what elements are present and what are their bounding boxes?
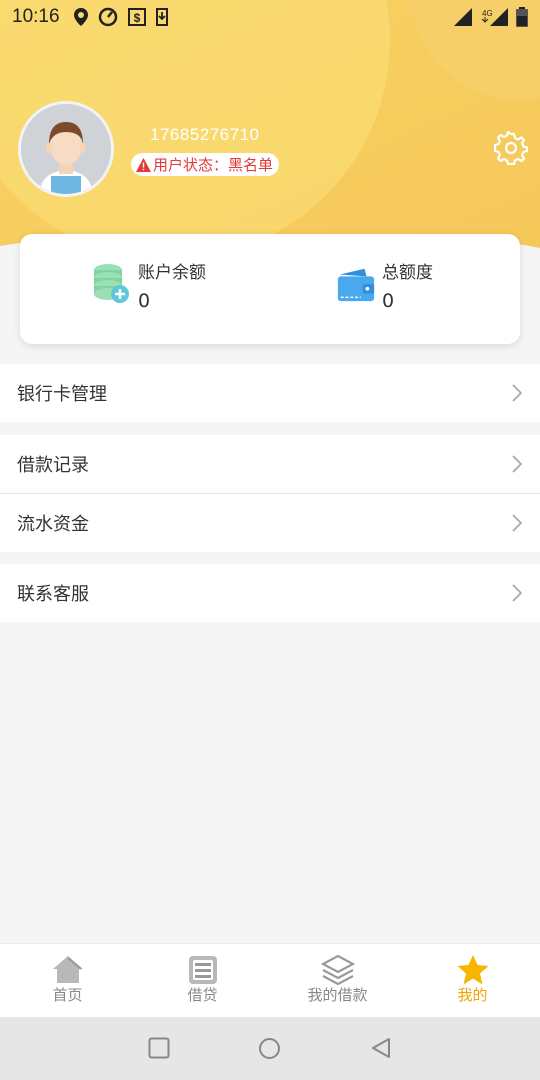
- network-label: 4G: [482, 9, 493, 18]
- gear-icon[interactable]: [494, 131, 528, 165]
- home-icon: [52, 956, 83, 983]
- account-balance[interactable]: 账户余额 0: [92, 262, 206, 315]
- location-icon: [73, 8, 88, 26]
- total-limit-value: 0: [382, 290, 395, 312]
- bottom-nav: 首页 借贷 我的借款 我的: [0, 943, 540, 1017]
- menu-label: 联系客服: [17, 584, 89, 605]
- coins-icon: [94, 264, 129, 303]
- money-icon: $: [127, 8, 146, 26]
- download-icon: [155, 8, 168, 26]
- chevron-right-icon: [512, 384, 523, 402]
- status-badge: 用户状态：黑名单: [131, 153, 280, 176]
- 4g-signal-icon: 4G: [481, 8, 508, 26]
- menu-label: 借款记录: [17, 455, 89, 476]
- avatar[interactable]: [18, 101, 114, 197]
- recents-button[interactable]: [148, 1037, 170, 1059]
- menu-cash-flow[interactable]: 流水资金: [0, 494, 540, 552]
- status-text: 用户状态：黑名单: [153, 156, 274, 174]
- chevron-right-icon: [512, 455, 523, 473]
- avatar-icon: [21, 104, 111, 194]
- nav-label: 我的: [457, 986, 488, 1004]
- balance-card: 账户余额 0 总额度 0: [20, 234, 520, 344]
- nav-label: 我的借款: [307, 986, 368, 1004]
- status-time: 10:16: [12, 6, 60, 27]
- speed-icon: [98, 7, 117, 27]
- nav-label: 借贷: [187, 986, 218, 1004]
- signal-icon: [454, 8, 472, 26]
- wallet-icon: [337, 268, 375, 302]
- menu-customer-service[interactable]: 联系客服: [0, 564, 540, 622]
- menu-bank-cards[interactable]: 银行卡管理: [0, 364, 540, 422]
- document-icon: [188, 956, 217, 984]
- warning-icon: [136, 157, 151, 172]
- system-navigation-bar: [0, 1017, 540, 1080]
- home-button[interactable]: [258, 1037, 281, 1060]
- nav-loan[interactable]: 借贷: [135, 944, 270, 1018]
- account-balance-label: 账户余额: [138, 263, 206, 283]
- layers-icon: [320, 954, 355, 986]
- nav-mine[interactable]: 我的: [405, 944, 540, 1018]
- star-icon: [457, 955, 488, 985]
- menu-label: 流水资金: [17, 514, 89, 535]
- chevron-right-icon: [512, 584, 523, 602]
- nav-home[interactable]: 首页: [0, 944, 135, 1018]
- status-bar: 10:16 $ 4G: [0, 0, 540, 34]
- back-button[interactable]: [370, 1037, 392, 1059]
- menu-loan-records[interactable]: 借款记录: [0, 435, 540, 493]
- nav-my-loans[interactable]: 我的借款: [270, 944, 405, 1018]
- account-balance-value: 0: [138, 290, 151, 312]
- svg-text:$: $: [133, 11, 140, 25]
- total-limit[interactable]: 总额度 0: [336, 262, 433, 315]
- phone-number: 17685276710: [150, 125, 260, 144]
- battery-icon: [516, 7, 528, 27]
- total-limit-label: 总额度: [382, 263, 433, 283]
- menu-label: 银行卡管理: [17, 384, 107, 405]
- nav-label: 首页: [52, 986, 83, 1004]
- chevron-right-icon: [512, 514, 523, 532]
